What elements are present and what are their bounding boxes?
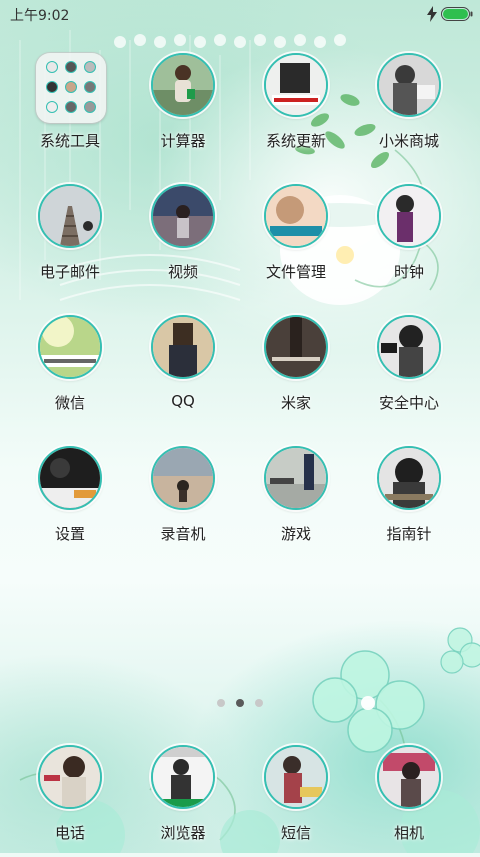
messages-icon: [264, 745, 328, 809]
app-label: 系统工具: [39, 132, 100, 150]
battery-icon: [441, 7, 473, 21]
wechat-icon: [38, 315, 102, 379]
dock-app-messages[interactable]: 短信: [240, 745, 352, 857]
page-dot-1[interactable]: [217, 699, 225, 707]
app-label: 视频: [167, 263, 198, 281]
app-label: 米家: [280, 394, 311, 412]
browser-icon: [151, 745, 215, 809]
qq-icon: [151, 315, 215, 379]
app-clock[interactable]: 时钟: [353, 184, 465, 296]
app-label: QQ: [171, 392, 195, 410]
charging-icon: [427, 6, 437, 22]
mijia-icon: [264, 315, 328, 379]
app-label: 系统更新: [265, 132, 326, 150]
app-qq[interactable]: QQ: [127, 315, 239, 427]
app-label: 短信: [280, 824, 311, 842]
app-security-center[interactable]: 安全中心: [353, 315, 465, 427]
app-wechat[interactable]: 微信: [14, 315, 126, 427]
app-label: 浏览器: [160, 824, 206, 842]
status-bar: 上午9:02: [0, 0, 480, 28]
app-label: 相机: [393, 824, 424, 842]
app-system-update[interactable]: 系统更新: [240, 53, 352, 165]
app-label: 时钟: [393, 263, 424, 281]
compass-icon: [377, 446, 441, 510]
security-center-icon: [377, 315, 441, 379]
games-icon: [264, 446, 328, 510]
email-icon: [38, 184, 102, 248]
app-label: 文件管理: [265, 263, 326, 281]
folder-icon: [36, 53, 106, 123]
app-mi-store[interactable]: 小米商城: [353, 53, 465, 165]
file-manager-icon: [264, 184, 328, 248]
app-label: 设置: [54, 525, 85, 543]
app-calculator[interactable]: 计算器: [127, 53, 239, 165]
recorder-icon: [151, 446, 215, 510]
app-label: 安全中心: [378, 394, 439, 412]
calculator-icon: [151, 53, 215, 117]
app-label: 小米商城: [378, 132, 439, 150]
settings-icon: [38, 446, 102, 510]
page-indicator: [0, 699, 480, 709]
app-video[interactable]: 视频: [127, 184, 239, 296]
app-label: 电话: [54, 824, 85, 842]
dock-app-camera[interactable]: 相机: [353, 745, 465, 857]
app-label: 录音机: [160, 525, 206, 543]
system-update-icon: [264, 53, 328, 117]
app-file-manager[interactable]: 文件管理: [240, 184, 352, 296]
app-label: 游戏: [280, 525, 311, 543]
app-label: 指南针: [386, 525, 432, 543]
app-compass[interactable]: 指南针: [353, 446, 465, 558]
page-dot-2-active[interactable]: [236, 699, 244, 707]
app-games[interactable]: 游戏: [240, 446, 352, 558]
page-dot-3[interactable]: [255, 699, 263, 707]
mi-store-icon: [377, 53, 441, 117]
video-icon: [151, 184, 215, 248]
app-label: 计算器: [160, 132, 206, 150]
app-label: 微信: [54, 394, 85, 412]
app-system-tools-folder[interactable]: 系统工具: [14, 53, 126, 165]
dock-app-browser[interactable]: 浏览器: [127, 745, 239, 857]
app-label: 电子邮件: [39, 263, 100, 281]
phone-icon: [38, 745, 102, 809]
status-time: 上午9:02: [10, 8, 70, 24]
app-settings[interactable]: 设置: [14, 446, 126, 558]
camera-icon: [377, 745, 441, 809]
app-recorder[interactable]: 录音机: [127, 446, 239, 558]
app-email[interactable]: 电子邮件: [14, 184, 126, 296]
clock-icon: [377, 184, 441, 248]
dock-app-phone[interactable]: 电话: [14, 745, 126, 857]
app-mijia[interactable]: 米家: [240, 315, 352, 427]
